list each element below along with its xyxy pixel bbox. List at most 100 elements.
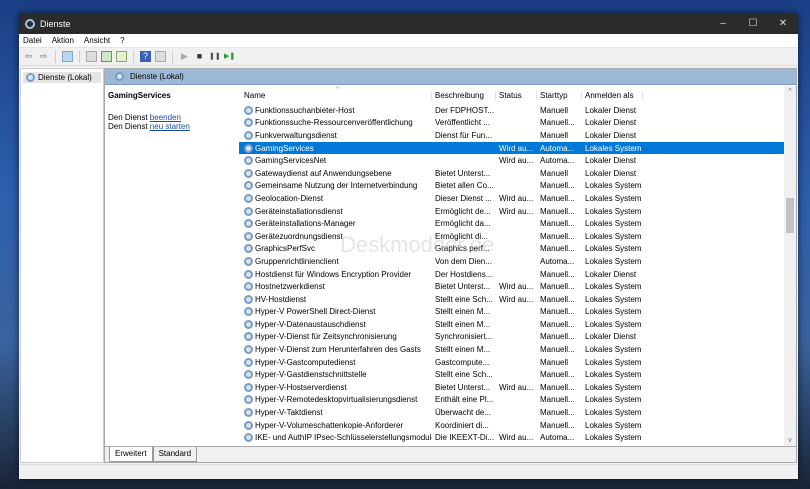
service-name-cell: Geräteinstallationsdienst xyxy=(239,206,432,216)
service-name-cell: Geräteinstallations-Manager xyxy=(239,219,432,229)
service-description: Überwacht de... xyxy=(435,408,492,418)
table-row[interactable]: Geräteinstallations-Manager Ermöglicht da… xyxy=(239,217,785,230)
service-name-cell: Gatewaydienst auf Anwendungsebene xyxy=(239,168,432,178)
table-row[interactable]: GamingServicesNet Wird au... Automa... Loka… xyxy=(239,154,785,167)
table-row[interactable]: Funktionssuchanbieter-Host Der FDPHOST...… xyxy=(239,104,785,117)
pause-service-icon[interactable]: ❚❚ xyxy=(209,51,221,62)
service-name: Hyper-V-Dienst für Zeitsynchronisierung xyxy=(255,332,397,342)
tree-node-services-local[interactable]: Dienste (Lokal) xyxy=(23,72,101,83)
table-row[interactable]: Hyper-V PowerShell Direct-Dienst Stellt e… xyxy=(239,306,785,319)
service-logon: Lokales System xyxy=(585,370,642,380)
service-description: Ermöglicht di... xyxy=(435,231,488,241)
scroll-down-icon[interactable]: v xyxy=(784,437,796,444)
table-row[interactable]: Hyper-V-Datenaustauschdienst Stellt einen… xyxy=(239,318,785,331)
service-logon: Lokaler Dienst xyxy=(585,332,637,342)
table-row[interactable]: Geolocation-Dienst Dieser Dienst ... Wird … xyxy=(239,192,785,205)
service-name: GamingServices xyxy=(255,143,314,153)
table-row[interactable]: Hyper-V-Volumeschattenkopie-Anforderer Ko… xyxy=(239,419,785,432)
service-name: Funktionssuche-Ressourcenveröffentlichun… xyxy=(255,118,413,128)
console-icon[interactable] xyxy=(155,51,166,62)
maximize-button[interactable]: ☐ xyxy=(738,18,768,29)
service-gear-icon xyxy=(244,332,253,342)
table-row[interactable]: GraphicsPerfSvc Graphics perf... Manuell..… xyxy=(239,243,785,256)
service-name: Hyper-V-Taktdienst xyxy=(255,408,323,418)
service-description: Die IKEEXT-Di... xyxy=(435,433,495,443)
table-row[interactable]: Funkverwaltungsdienst Dienst für Fun... Ma… xyxy=(239,129,785,142)
back-icon[interactable]: ⇦ xyxy=(23,51,34,62)
menu-ansicht[interactable]: Ansicht xyxy=(84,36,110,45)
table-row[interactable]: Hyper-V-Gastcomputedienst Gastcompute... M… xyxy=(239,356,785,369)
refresh-icon[interactable] xyxy=(101,51,112,62)
service-description: Der Hostdiens... xyxy=(435,269,493,279)
table-row[interactable]: Hyper-V-Dienst zum Herunterfahren des Ga… xyxy=(239,343,785,356)
table-row[interactable]: Hyper-V-Remotedesktopvirtualisierungsdie… xyxy=(239,394,785,407)
stop-service-link[interactable]: beenden xyxy=(150,113,181,122)
service-logon: Lokales System xyxy=(585,319,642,329)
table-row[interactable]: Gerätezuordnungsdienst Ermöglicht di... Ma… xyxy=(239,230,785,243)
service-gear-icon xyxy=(244,130,253,140)
service-logon: Lokales System xyxy=(585,282,642,292)
forward-icon[interactable]: ⇨ xyxy=(38,51,49,62)
table-row[interactable]: HV-Hostdienst Stellt eine Sch... Wird au..… xyxy=(239,293,785,306)
table-row[interactable]: Hostnetzwerkdienst Bietet Unterst... Wird … xyxy=(239,280,785,293)
service-gear-icon xyxy=(244,156,253,166)
menu-datei[interactable]: Datei xyxy=(23,36,42,45)
table-row[interactable]: Gemeinsame Nutzung der Internetverbindun… xyxy=(239,180,785,193)
tab-erweitert[interactable]: Erweitert xyxy=(109,447,153,462)
service-logon: Lokales System xyxy=(585,357,642,367)
service-logon: Lokales System xyxy=(585,395,642,405)
menu-help[interactable]: ? xyxy=(120,36,124,45)
column-header-logon[interactable]: Anmelden als xyxy=(582,91,643,100)
help-icon[interactable]: ? xyxy=(140,51,151,62)
restart-service-icon[interactable]: ▶❚ xyxy=(224,51,235,62)
export-icon[interactable] xyxy=(116,51,127,62)
table-row[interactable]: Funktionssuche-Ressourcenveröffentlichun… xyxy=(239,117,785,130)
service-name: Hyper-V PowerShell Direct-Dienst xyxy=(255,307,376,317)
menu-aktion[interactable]: Aktion xyxy=(52,36,74,45)
table-row[interactable]: Geräteinstallationsdienst Ermöglicht de..… xyxy=(239,205,785,218)
scrollbar-thumb[interactable] xyxy=(786,198,794,233)
service-logon: Lokales System xyxy=(585,231,642,241)
view-tabs: Erweitert Standard xyxy=(105,446,796,462)
services-pane: Dienste (Lokal) GamingServices Den Diens… xyxy=(104,68,797,463)
service-description: Stellt einen M... xyxy=(435,319,491,329)
tab-standard[interactable]: Standard xyxy=(152,447,198,462)
table-row[interactable]: Hyper-V-Hostserverdienst Bietet Unterst..… xyxy=(239,381,785,394)
toolbar: ⇦ ⇨ ? ▶ ■ ❚❚ ▶❚ xyxy=(19,48,798,66)
service-starttype: Manuell... xyxy=(540,332,575,342)
table-row[interactable]: Hyper-V-Dienst für Zeitsynchronisierung S… xyxy=(239,331,785,344)
table-row[interactable]: Gruppenrichtlinienclient Von dem Dien... A… xyxy=(239,255,785,268)
vertical-scrollbar[interactable]: ^ v xyxy=(784,86,796,446)
table-row[interactable]: Hyper-V-Taktdienst Überwacht de... Manuell… xyxy=(239,406,785,419)
table-row[interactable]: IKE- und AuthIP IPsec-Schlüsselerstellun… xyxy=(239,431,785,444)
service-logon: Lokales System xyxy=(585,408,642,418)
column-header-description[interactable]: Beschreibung xyxy=(432,91,496,100)
column-header-status[interactable]: Status xyxy=(496,91,537,100)
start-service-icon[interactable]: ▶ xyxy=(179,51,190,62)
services-app-icon xyxy=(25,18,35,29)
service-description: Bietet Unterst... xyxy=(435,382,491,392)
service-logon: Lokales System xyxy=(585,181,642,191)
table-row[interactable]: Hostdienst für Windows Encryption Provid… xyxy=(239,268,785,281)
table-row[interactable]: Hyper-V-Gastdienstschnittstelle Stellt ei… xyxy=(239,368,785,381)
table-row-selected[interactable]: GamingServices Wird au... Automa... Lokales… xyxy=(239,141,785,155)
service-name-cell: Hyper-V-Volumeschattenkopie-Anforderer xyxy=(239,420,432,430)
service-starttype: Manuell... xyxy=(540,181,575,191)
service-name: Geolocation-Dienst xyxy=(255,193,324,203)
table-row[interactable]: Gatewaydienst auf Anwendungsebene Bietet … xyxy=(239,167,785,180)
stop-service-icon[interactable]: ■ xyxy=(194,51,205,62)
service-starttype: Manuell... xyxy=(540,382,575,392)
properties-icon[interactable] xyxy=(86,51,97,62)
description-panel: GamingServices Den Dienst beenden Den Di… xyxy=(105,86,238,446)
scroll-up-icon[interactable]: ^ xyxy=(784,88,796,95)
close-button[interactable]: ✕ xyxy=(768,18,798,29)
minimize-button[interactable]: – xyxy=(708,18,738,29)
column-header-starttype[interactable]: Starttyp xyxy=(537,91,582,100)
restart-service-link[interactable]: neu starten xyxy=(150,122,190,131)
service-starttype: Manuell... xyxy=(540,206,575,216)
service-description: Dieser Dienst ... xyxy=(435,193,492,203)
action-text: Den Dienst xyxy=(108,113,150,122)
service-gear-icon xyxy=(244,433,253,443)
show-hide-tree-icon[interactable] xyxy=(62,51,73,62)
service-name: Gemeinsame Nutzung der Internetverbindun… xyxy=(255,181,418,191)
